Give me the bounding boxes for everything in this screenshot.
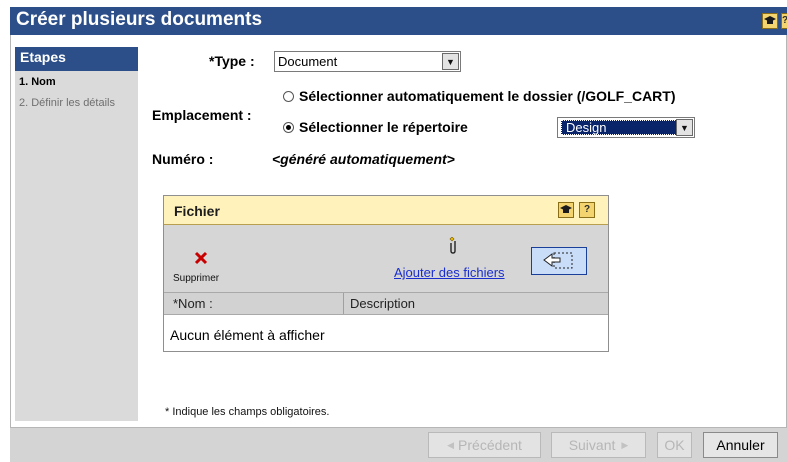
radio-select-directory-label: Sélectionner le répertoire	[299, 119, 468, 135]
location-label: Emplacement :	[152, 107, 252, 123]
chevron-down-icon[interactable]: ▼	[442, 53, 459, 70]
window-title: Créer plusieurs documents	[16, 9, 263, 30]
files-panel: Fichier ? Supprimer Ajouter des fichiers…	[163, 195, 609, 352]
step-define-details: 2. Définir les détails	[19, 97, 115, 109]
radio-auto-folder[interactable]	[283, 91, 294, 102]
type-select[interactable]: Document ▼	[274, 51, 461, 72]
step-name[interactable]: 1. Nom	[19, 76, 56, 88]
drag-drop-icon[interactable]	[531, 247, 587, 275]
type-label: *Type :	[209, 53, 255, 69]
files-toolbar: Supprimer Ajouter des fichiers	[164, 225, 608, 292]
delete-icon[interactable]	[194, 251, 208, 268]
graduation-cap-icon[interactable]	[762, 13, 778, 29]
files-panel-header: Fichier ?	[164, 196, 608, 225]
number-label: Numéro :	[152, 151, 214, 167]
add-files-link[interactable]: Ajouter des fichiers	[394, 265, 505, 280]
required-fields-note: * Indique les champs obligatoires.	[165, 406, 330, 418]
paperclip-add-icon[interactable]	[446, 236, 460, 258]
delete-button-label[interactable]: Supprimer	[173, 273, 219, 284]
steps-header: Etapes	[15, 47, 138, 71]
chevron-down-icon[interactable]: ▼	[676, 119, 693, 136]
empty-table-message: Aucun élément à afficher	[170, 327, 325, 343]
graduation-cap-icon[interactable]	[558, 202, 574, 218]
files-table-header: *Nom : Description	[164, 292, 608, 315]
radio-select-directory[interactable]	[283, 122, 294, 133]
next-button[interactable]: Suivant ▶	[551, 432, 646, 458]
arrow-left-icon: ◀	[447, 439, 455, 450]
previous-button[interactable]: ◀ Précédent	[428, 432, 541, 458]
help-button[interactable]: ?	[579, 202, 595, 218]
column-name[interactable]: *Nom :	[173, 296, 213, 311]
cancel-button[interactable]: Annuler	[703, 432, 778, 458]
directory-select-value: Design	[561, 120, 677, 135]
directory-select[interactable]: Design ▼	[557, 117, 695, 138]
files-panel-title: Fichier	[174, 203, 220, 219]
column-divider	[343, 293, 344, 314]
radio-auto-folder-label: Sélectionner automatiquement le dossier …	[299, 88, 676, 104]
window-title-bar: Créer plusieurs documents ?	[10, 7, 787, 35]
number-value: <généré automatiquement>	[272, 151, 455, 167]
arrow-right-icon: ▶	[621, 439, 629, 450]
ok-button[interactable]: OK	[657, 432, 692, 458]
type-select-value: Document	[278, 54, 338, 69]
column-description[interactable]: Description	[350, 296, 415, 311]
help-button-partial[interactable]: ?	[781, 13, 787, 29]
